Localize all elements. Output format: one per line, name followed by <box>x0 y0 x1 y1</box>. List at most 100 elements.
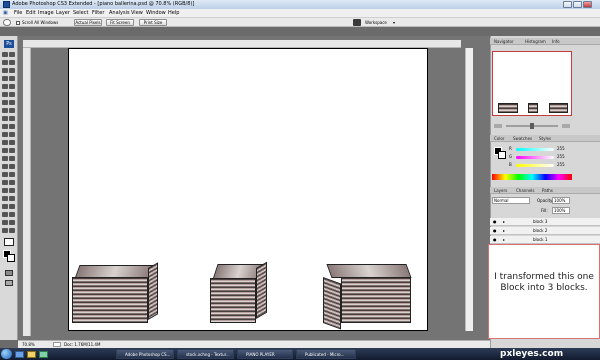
notes-tool-icon[interactable] <box>2 124 8 129</box>
hand-tool-small-icon[interactable] <box>2 132 8 137</box>
zoom-tool-icon[interactable] <box>9 132 15 137</box>
clone-stamp-tool-icon[interactable] <box>2 84 8 89</box>
fit-screen-button[interactable]: Fit Screen <box>106 19 134 26</box>
paint-bucket-tool-icon[interactable] <box>9 204 15 209</box>
tab-info[interactable]: Info <box>552 38 560 45</box>
dodge-tool-icon[interactable] <box>9 100 15 105</box>
magic-wand-tool-icon[interactable] <box>9 60 15 65</box>
menu-select[interactable]: Select <box>73 9 88 18</box>
menu-view[interactable]: View <box>131 9 143 18</box>
minimize-button[interactable] <box>563 1 572 8</box>
burn-tool-icon[interactable] <box>2 164 8 169</box>
actual-pixels-button[interactable]: Actual Pixels <box>74 19 102 26</box>
color-sampler-tool-icon[interactable] <box>9 228 15 233</box>
rectangle-tool-icon[interactable] <box>9 220 15 225</box>
tab-histogram[interactable]: Histogram <box>525 38 546 45</box>
eye-icon[interactable]: ● <box>493 228 497 233</box>
doc-info[interactable]: Doc: 1.76M/11.4M <box>64 342 100 347</box>
scroll-all-checkbox[interactable] <box>16 21 20 25</box>
brush-tool-icon[interactable] <box>9 76 15 81</box>
line-tool-icon[interactable] <box>2 172 8 177</box>
nav-zoom-in-icon[interactable] <box>562 124 570 128</box>
tab-swatches[interactable]: Swatches <box>513 135 532 142</box>
tab-paths[interactable]: Paths <box>542 187 553 194</box>
tab-channels[interactable]: Channels <box>516 187 535 194</box>
workspace-dropdown-icon[interactable]: ▾ <box>393 20 395 25</box>
menu-image[interactable]: Image <box>38 9 54 18</box>
vertical-type-tool-icon[interactable] <box>2 220 8 225</box>
color-replacement-tool-icon[interactable] <box>9 180 15 185</box>
type-tool-icon[interactable] <box>9 108 15 113</box>
move-tool-icon[interactable] <box>2 52 8 57</box>
zoom-selected-icon[interactable] <box>4 238 14 246</box>
quicklaunch-ie-icon[interactable] <box>15 351 24 358</box>
color-spectrum[interactable] <box>492 174 572 180</box>
3d-rotate-tool-icon[interactable] <box>2 140 8 145</box>
spot-healing-tool-icon[interactable] <box>9 188 15 193</box>
smudge-tool-icon[interactable] <box>2 156 8 161</box>
tab-styles[interactable]: Styles <box>539 135 551 142</box>
crop-tool-icon[interactable] <box>2 68 8 73</box>
count-tool-icon[interactable] <box>2 148 8 153</box>
r-value[interactable]: 255 <box>557 146 565 151</box>
workspace-label[interactable]: Workspace <box>365 20 387 25</box>
quick-selection-tool-icon[interactable] <box>2 180 8 185</box>
start-button[interactable] <box>1 349 12 359</box>
g-value[interactable]: 255 <box>557 154 565 159</box>
vertical-scrollbar[interactable] <box>465 48 473 331</box>
print-size-button[interactable]: Print Size <box>139 19 167 26</box>
hand-tool-icon[interactable] <box>3 19 11 26</box>
tab-color[interactable]: Color <box>494 135 504 142</box>
zoom-level[interactable]: 70.8% <box>22 342 35 347</box>
background-color-swatch[interactable] <box>7 254 15 262</box>
history-brush-tool-icon[interactable] <box>9 84 15 89</box>
healing-tool-icon[interactable] <box>2 76 8 81</box>
b-value[interactable]: 255 <box>557 162 565 167</box>
eyedropper-tool-icon[interactable] <box>9 124 15 129</box>
menu-window[interactable]: Window <box>146 9 166 18</box>
path-selection-tool-icon[interactable] <box>2 116 8 121</box>
tab-layers[interactable]: Layers <box>494 187 507 194</box>
quicklaunch-media-icon[interactable] <box>39 351 48 358</box>
ps-menu-icon[interactable]: ▣ <box>3 9 8 18</box>
eye-icon[interactable]: ● <box>493 219 497 224</box>
background-eraser-tool-icon[interactable] <box>2 204 8 209</box>
b-slider[interactable] <box>516 164 554 167</box>
menu-analysis[interactable]: Analysis <box>109 9 130 18</box>
blur-tool-icon[interactable] <box>2 100 8 105</box>
direct-selection-tool-icon[interactable] <box>9 164 15 169</box>
taskbar-photoshop[interactable]: Adobe Photoshop CS... <box>116 349 174 359</box>
menu-help[interactable]: Help <box>168 9 179 18</box>
r-slider[interactable] <box>516 148 554 151</box>
taskbar-stock-xchng[interactable]: stock.xchng - Textur... <box>177 349 234 359</box>
menu-edit[interactable]: Edit <box>26 9 36 18</box>
nav-zoom-thumb[interactable] <box>530 123 534 129</box>
close-button[interactable] <box>583 1 592 8</box>
ruler-tool-icon[interactable] <box>9 148 15 153</box>
taskbar-publicated[interactable]: Publicated - Micro... <box>296 349 356 359</box>
sharpen-tool-icon[interactable] <box>2 212 8 217</box>
pencil-tool-icon[interactable] <box>2 188 8 193</box>
quicklaunch-folder-icon[interactable] <box>27 351 36 358</box>
3d-pan-tool-icon[interactable] <box>9 140 15 145</box>
lasso-tool-icon[interactable] <box>2 60 8 65</box>
menu-layer[interactable]: Layer <box>56 9 70 18</box>
shape-tool-icon[interactable] <box>9 116 15 121</box>
taskbar-piano-player[interactable]: PIANO PLAYER <box>237 349 293 359</box>
screen-mode-icon[interactable] <box>5 280 13 286</box>
pen-tool-icon[interactable] <box>2 108 8 113</box>
gradient-tool-icon[interactable] <box>9 92 15 97</box>
freeform-pen-tool-icon[interactable] <box>9 212 15 217</box>
quick-mask-icon[interactable] <box>5 270 13 276</box>
custom-shape-tool-icon[interactable] <box>9 172 15 177</box>
color-bg-swatch[interactable] <box>498 151 506 159</box>
pattern-stamp-tool-icon[interactable] <box>9 196 15 201</box>
eye-icon[interactable]: ● <box>493 237 497 242</box>
menu-filter[interactable]: Filter <box>92 9 104 18</box>
panel-toggle-icon[interactable] <box>353 19 361 26</box>
red-eye-tool-icon[interactable] <box>2 196 8 201</box>
tab-navigator[interactable]: Navigator <box>494 38 514 45</box>
nav-zoom-out-icon[interactable] <box>494 124 502 128</box>
sponge-tool-icon[interactable] <box>9 156 15 161</box>
slice-tool-icon[interactable] <box>9 68 15 73</box>
